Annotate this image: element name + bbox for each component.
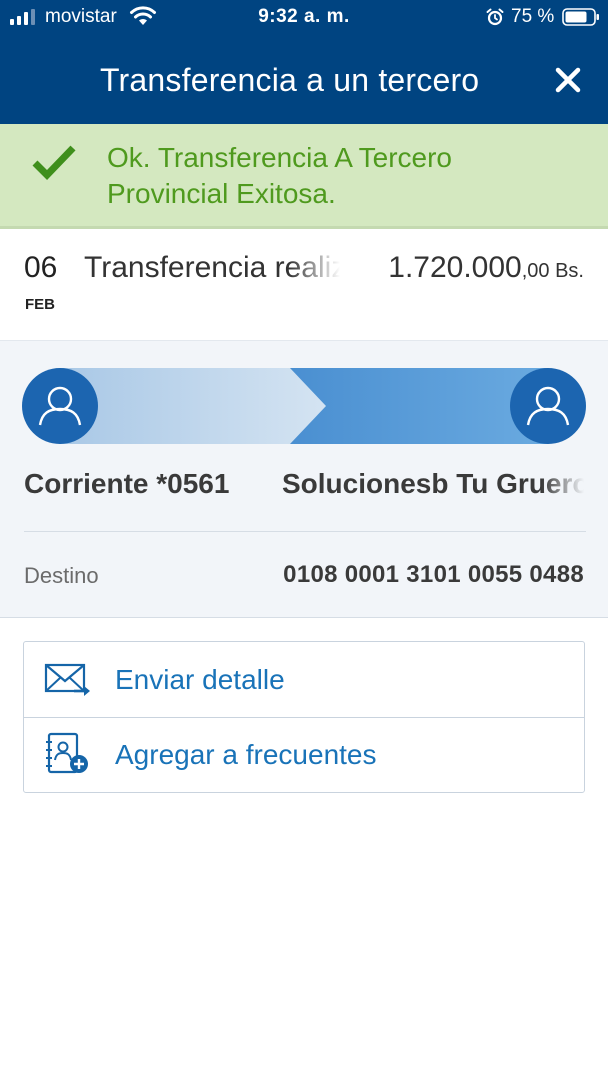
success-message: Ok. Transferencia A Tercero Provincial E… xyxy=(107,142,452,209)
actions-list: Enviar detalle Agregar a frecuentes xyxy=(23,641,585,793)
destination-label: Destino xyxy=(24,563,99,588)
battery-icon xyxy=(562,8,599,26)
add-to-favorites-button[interactable]: Agregar a frecuentes xyxy=(24,717,584,792)
mail-send-icon xyxy=(44,663,90,696)
close-icon xyxy=(555,67,581,93)
page-title: Transferencia a un tercero xyxy=(100,62,480,98)
battery-percentage: 75 % xyxy=(511,6,555,27)
checkmark-icon xyxy=(32,145,76,180)
destination-name: Solucionesb Tu Gruero xyxy=(282,468,584,499)
transaction-month: FEB xyxy=(25,296,55,313)
amount-decimal: ,00 Bs. xyxy=(521,260,584,282)
origin-user-icon xyxy=(22,368,98,444)
alarm-icon xyxy=(486,8,504,26)
app-header: Transferencia a un tercero xyxy=(0,36,608,124)
transaction-summary: 06 FEB Transferencia realizada 1.720.000… xyxy=(0,229,608,341)
status-bar: movistar 9:32 a. m. 75 % xyxy=(0,0,608,36)
destination-account-number: 0108 0001 3101 0055 0488 xyxy=(283,561,584,588)
divider xyxy=(24,531,586,532)
success-banner: Ok. Transferencia A Tercero Provincial E… xyxy=(0,124,608,229)
transfer-flow: Corriente *0561 Solucionesb Tu Gruero De… xyxy=(0,341,608,618)
close-button[interactable] xyxy=(548,60,588,100)
destination-user-icon xyxy=(510,368,586,444)
add-to-favorites-label: Agregar a frecuentes xyxy=(115,739,377,770)
transaction-description: Transferencia realizada xyxy=(84,251,340,284)
transaction-amount: 1.720.000,00 Bs. xyxy=(388,251,584,285)
send-detail-label: Enviar detalle xyxy=(115,664,285,695)
amount-integer: 1.720.000 xyxy=(388,251,522,284)
send-detail-button[interactable]: Enviar detalle xyxy=(24,642,584,718)
origin-account: Corriente *0561 xyxy=(24,468,230,499)
add-contact-book-icon xyxy=(46,732,88,774)
transaction-day: 06 xyxy=(24,251,58,284)
transfer-arrow-bar xyxy=(22,368,586,444)
